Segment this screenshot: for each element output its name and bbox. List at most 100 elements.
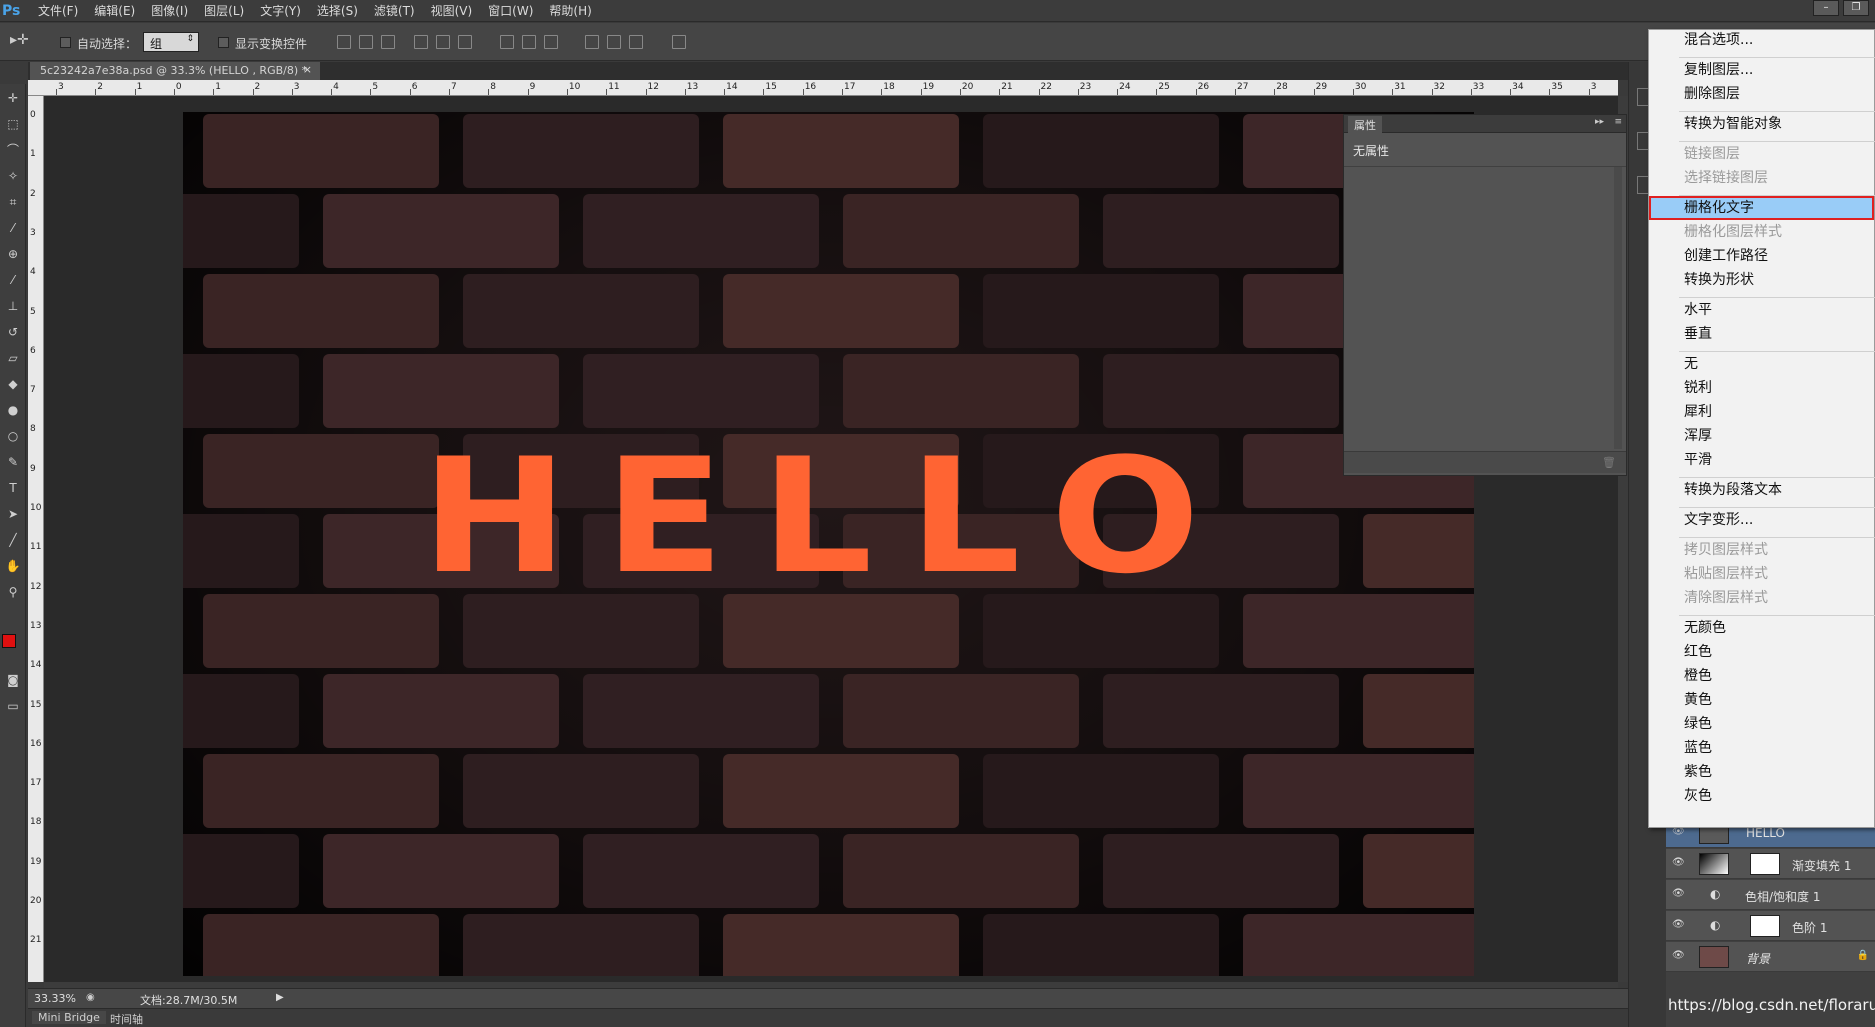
properties-scrollbar[interactable] — [1614, 167, 1622, 449]
move-tool-icon[interactable]: ✛ — [3, 88, 23, 108]
document-tab[interactable]: 5c23242a7e38a.psd @ 33.3% (HELLO , RGB/8… — [30, 62, 320, 80]
context-menu-item[interactable]: 绿色 — [1684, 714, 1712, 734]
layer-row-background[interactable]: 👁 背景 🔒 — [1666, 942, 1875, 972]
eyedropper-tool-icon[interactable]: ⁄ — [3, 218, 23, 238]
context-menu-item[interactable]: 水平 — [1684, 300, 1712, 320]
type-tool-icon[interactable]: T — [3, 478, 23, 498]
distribute-hcenter-icon[interactable] — [607, 35, 621, 49]
line-tool-icon[interactable]: ╱ — [3, 530, 23, 550]
menu-select[interactable]: 选择(S) — [309, 2, 366, 19]
distribute-bottom-icon[interactable] — [544, 35, 558, 49]
distribute-vcenter-icon[interactable] — [522, 35, 536, 49]
menu-layer[interactable]: 图层(L) — [196, 2, 252, 19]
align-left-icon[interactable] — [414, 35, 428, 49]
pen-tool-icon[interactable]: ✎ — [3, 452, 23, 472]
hello-text-layer[interactable]: HELLO — [183, 437, 1474, 596]
document-canvas[interactable]: HELLO — [183, 112, 1474, 976]
marquee-tool-icon[interactable]: ⬚ — [3, 114, 23, 134]
foreground-color-swatch[interactable] — [2, 634, 16, 648]
properties-tab[interactable]: 属性 — [1348, 116, 1382, 133]
distribute-top-icon[interactable] — [500, 35, 514, 49]
auto-align-icon[interactable] — [672, 35, 686, 49]
align-vcenter-icon[interactable] — [359, 35, 373, 49]
context-menu-item[interactable]: 删除图层 — [1684, 84, 1740, 104]
close-icon[interactable]: × — [303, 63, 312, 76]
brush-tool-icon[interactable]: ⁄ — [3, 270, 23, 290]
menu-window[interactable]: 窗口(W) — [480, 2, 541, 19]
context-menu-item[interactable]: 红色 — [1684, 642, 1712, 662]
ruler-tick-label: 7 — [30, 385, 36, 396]
move-tool-icon[interactable]: ▸✛ — [10, 32, 29, 48]
tab-timeline[interactable]: 时间轴 — [104, 1011, 149, 1027]
context-menu-item[interactable]: 转换为智能对象 — [1684, 114, 1782, 134]
eye-icon[interactable]: 👁 — [1672, 888, 1685, 900]
collapse-icon[interactable]: ▸▸ — [1595, 117, 1604, 127]
context-menu-item[interactable]: 无颜色 — [1684, 618, 1726, 638]
zoom-level[interactable]: 33.33% — [34, 992, 76, 1005]
blur-tool-icon[interactable]: ● — [3, 400, 23, 420]
path-select-tool-icon[interactable]: ➤ — [3, 504, 23, 524]
context-menu-item[interactable]: 犀利 — [1684, 402, 1712, 422]
layer-row-levels[interactable]: 👁 ◐ 色阶 1 — [1666, 911, 1875, 941]
eraser-tool-icon[interactable]: ▱ — [3, 348, 23, 368]
hand-tool-icon[interactable]: ✋ — [3, 556, 23, 576]
align-bottom-icon[interactable] — [381, 35, 395, 49]
eye-icon[interactable]: 👁 — [1672, 919, 1685, 931]
context-menu-item[interactable]: 平滑 — [1684, 450, 1712, 470]
context-menu-item[interactable]: 无 — [1684, 354, 1698, 374]
context-menu-item[interactable]: 创建工作路径 — [1684, 246, 1768, 266]
context-menu-item[interactable]: 橙色 — [1684, 666, 1712, 686]
context-menu-item[interactable]: 转换为形状 — [1684, 270, 1754, 290]
context-menu-item[interactable]: 灰色 — [1684, 786, 1712, 806]
status-menu-icon[interactable]: ◉ — [86, 992, 95, 1003]
trash-icon[interactable]: 🗑 — [1602, 456, 1616, 469]
restore-button[interactable]: ❐ — [1843, 0, 1869, 16]
crop-tool-icon[interactable]: ⌗ — [3, 192, 23, 212]
context-menu-item[interactable]: 垂直 — [1684, 324, 1712, 344]
eye-icon[interactable]: 👁 — [1672, 857, 1685, 869]
minimize-button[interactable]: – — [1813, 0, 1839, 16]
context-menu-item[interactable]: 黄色 — [1684, 690, 1712, 710]
context-menu-item[interactable]: 紫色 — [1684, 762, 1712, 782]
layer-row-hue-sat[interactable]: 👁 ◐ 色相/饱和度 1 — [1666, 880, 1875, 910]
context-menu-item[interactable]: 浑厚 — [1684, 426, 1712, 446]
healing-tool-icon[interactable]: ⊕ — [3, 244, 23, 264]
context-menu-item[interactable]: 蓝色 — [1684, 738, 1712, 758]
menu-filter[interactable]: 滤镜(T) — [366, 2, 423, 19]
context-menu-item[interactable]: 复制图层... — [1684, 60, 1753, 80]
dodge-tool-icon[interactable]: ○ — [3, 426, 23, 446]
auto-select-checkbox[interactable] — [60, 37, 71, 48]
context-menu-item[interactable]: 锐利 — [1684, 378, 1712, 398]
tab-mini-bridge[interactable]: Mini Bridge — [32, 1011, 106, 1024]
quick-select-tool-icon[interactable]: ✧ — [3, 166, 23, 186]
panel-menu-icon[interactable]: ≡ — [1614, 117, 1622, 127]
menu-help[interactable]: 帮助(H) — [541, 2, 599, 19]
play-arrow-icon[interactable]: ▶ — [276, 992, 284, 1003]
menu-type[interactable]: 文字(Y) — [252, 2, 309, 19]
context-menu-item[interactable]: 转换为段落文本 — [1684, 480, 1782, 500]
context-menu-item[interactable]: 文字变形... — [1684, 510, 1753, 530]
screen-mode-icon[interactable]: ▭ — [3, 696, 23, 716]
stamp-tool-icon[interactable]: ⊥ — [3, 296, 23, 316]
align-top-icon[interactable] — [337, 35, 351, 49]
menu-edit[interactable]: 编辑(E) — [86, 2, 143, 19]
align-hcenter-icon[interactable] — [436, 35, 450, 49]
eye-icon[interactable]: 👁 — [1672, 950, 1685, 962]
auto-select-dropdown[interactable]: 组 ⇕ — [143, 32, 199, 52]
paint-bucket-tool-icon[interactable]: ◆ — [3, 374, 23, 394]
menu-file[interactable]: 文件(F) — [30, 2, 86, 19]
zoom-tool-icon[interactable]: ⚲ — [3, 582, 23, 602]
context-menu-item[interactable]: 栅格化文字 — [1684, 198, 1754, 218]
layer-row-gradient[interactable]: 👁 渐变填充 1 — [1666, 849, 1875, 879]
brick — [183, 354, 299, 428]
history-brush-tool-icon[interactable]: ↺ — [3, 322, 23, 342]
quick-mask-icon[interactable]: ◙ — [3, 670, 23, 690]
show-transform-checkbox[interactable] — [218, 37, 229, 48]
align-right-icon[interactable] — [458, 35, 472, 49]
lasso-tool-icon[interactable]: ⌒ — [3, 140, 23, 160]
menu-image[interactable]: 图像(I) — [143, 2, 196, 19]
distribute-right-icon[interactable] — [629, 35, 643, 49]
menu-view[interactable]: 视图(V) — [423, 2, 481, 19]
context-menu-item[interactable]: 混合选项... — [1684, 30, 1753, 50]
distribute-left-icon[interactable] — [585, 35, 599, 49]
